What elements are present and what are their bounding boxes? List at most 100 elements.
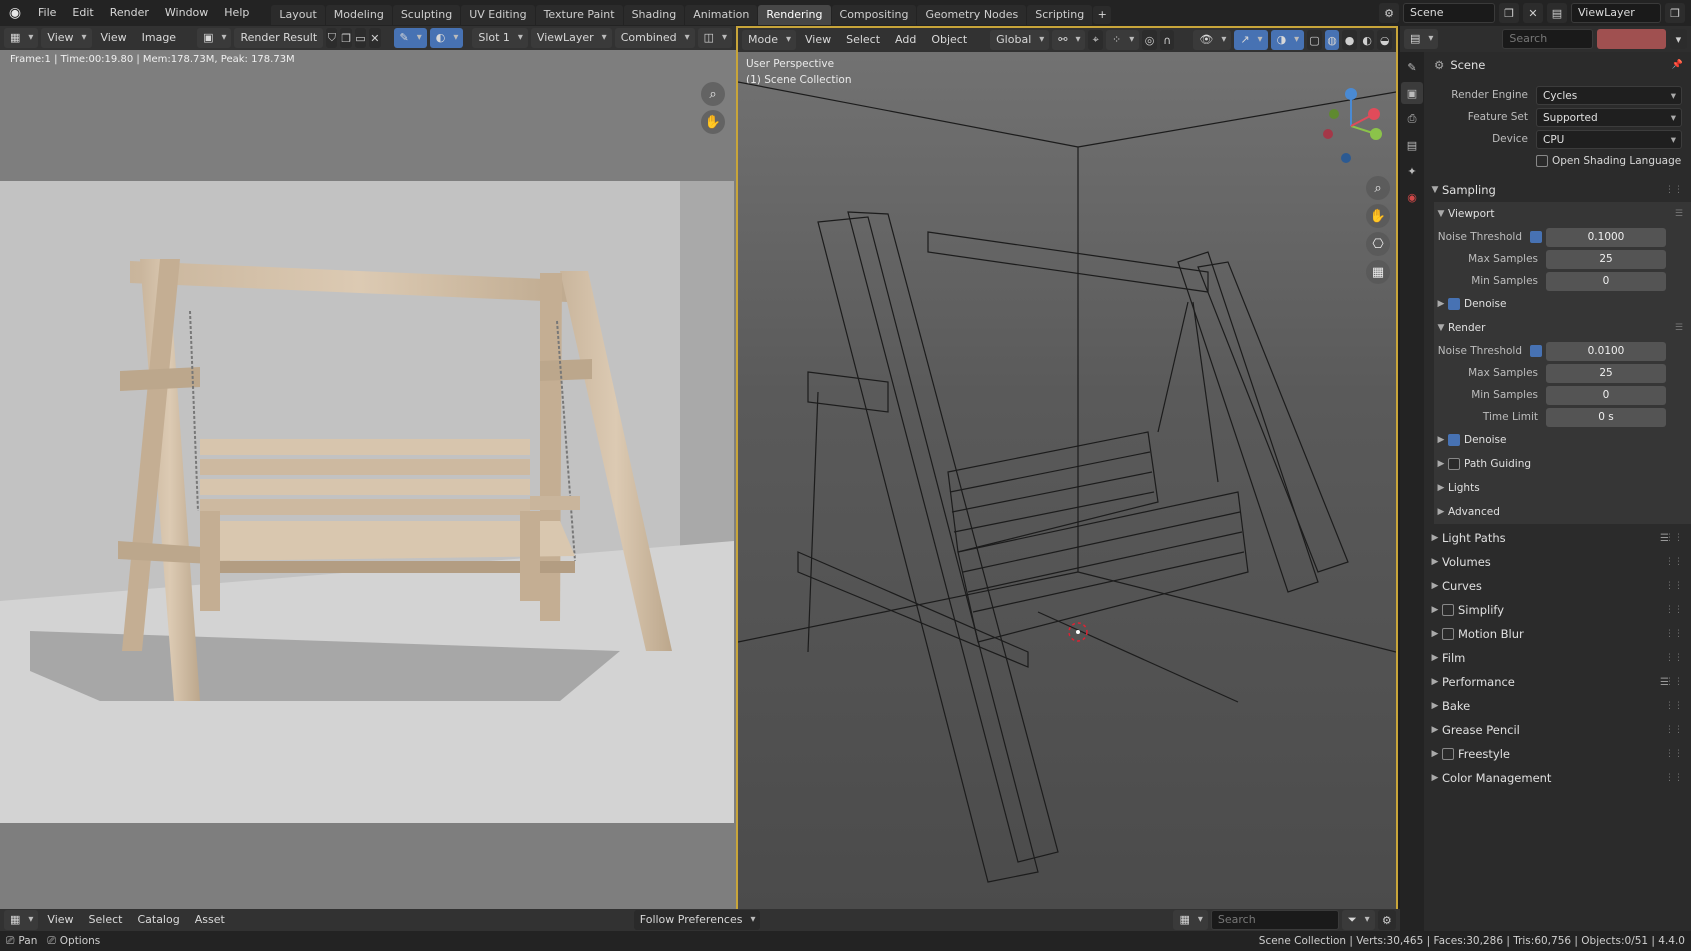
new-view-layer-icon[interactable]: ❐ [1665, 3, 1685, 23]
device-select[interactable]: CPU [1536, 129, 1682, 149]
path-guiding-checkbox[interactable] [1448, 458, 1460, 470]
world-tab-icon[interactable]: ◉ [1401, 186, 1423, 208]
slot-dropdown[interactable]: Slot 1 [472, 28, 528, 48]
drag-handle-icon[interactable]: ⋮⋮ [1665, 533, 1683, 543]
pin-icon[interactable]: 📌 [1672, 60, 1683, 70]
section-motion-blur[interactable]: ▶ Motion Blur ⋮⋮ [1428, 622, 1691, 646]
section-film[interactable]: ▶ Film ⋮⋮ [1428, 646, 1691, 670]
viewport-min-input[interactable]: 0 [1546, 271, 1666, 291]
overlays-dropdown[interactable]: ◑ [1270, 30, 1305, 50]
section-color-management[interactable]: ▶ Color Management ⋮⋮ [1428, 766, 1691, 790]
menu-file[interactable]: File [30, 0, 64, 26]
viewport-denoise-header[interactable]: ▶ Denoise [1434, 292, 1691, 316]
output-tab-icon[interactable]: ⎙ [1401, 108, 1423, 130]
feature-set-select[interactable]: Supported [1536, 107, 1682, 127]
falloff-icon[interactable]: ∩ [1159, 30, 1175, 50]
sampling-panel-header[interactable]: ▼ Sampling ⋮⋮ [1428, 178, 1691, 202]
lights-header[interactable]: ▶ Lights [1434, 476, 1691, 500]
viewport-noise-input[interactable]: 0.1000 [1546, 227, 1666, 247]
render-noise-checkbox[interactable] [1530, 345, 1542, 357]
view-mode-dropdown[interactable]: View [41, 28, 92, 48]
display-mode-dropdown[interactable]: ▦ [1173, 910, 1208, 930]
channels-dropdown[interactable]: ◫ [697, 28, 732, 48]
solid-shading-icon[interactable]: ● [1342, 30, 1357, 50]
display-channels-dropdown[interactable]: ◐ [429, 28, 464, 48]
motion-blur-checkbox[interactable] [1442, 628, 1454, 640]
freestyle-checkbox[interactable] [1442, 748, 1454, 760]
section-simplify[interactable]: ▶ Simplify ⋮⋮ [1428, 598, 1691, 622]
visibility-dropdown[interactable]: 👁 [1193, 30, 1232, 50]
menu-edit[interactable]: Edit [64, 0, 101, 26]
tab-shading[interactable]: Shading [623, 5, 685, 25]
xray-icon[interactable]: ▢ [1307, 30, 1322, 50]
tab-scripting[interactable]: Scripting [1027, 5, 1093, 25]
image-browse-dropdown[interactable]: ▣ [197, 28, 232, 48]
asset-search-input[interactable]: Search [1210, 910, 1339, 930]
render-engine-select[interactable]: Cycles [1536, 85, 1682, 105]
tab-compositing[interactable]: Compositing [831, 5, 917, 25]
asset-menu-view[interactable]: View [41, 910, 79, 930]
tab-uv-editing[interactable]: UV Editing [461, 5, 535, 25]
list-icon[interactable]: ☰ [1675, 323, 1683, 333]
viewport-canvas[interactable]: User Perspective (1) Scene Collection ⌕ … [738, 52, 1396, 909]
rendered-shading-icon[interactable]: ◒ [1377, 30, 1392, 50]
asset-menu-asset[interactable]: Asset [189, 910, 231, 930]
view-layer-icon[interactable]: ▤ [1547, 3, 1567, 23]
menu-window[interactable]: Window [157, 0, 216, 26]
tab-sculpting[interactable]: Sculpting [392, 5, 461, 25]
render-layer-dropdown[interactable]: ViewLayer [530, 28, 612, 48]
viewport-max-input[interactable]: 25 [1546, 249, 1666, 269]
render-max-input[interactable]: 25 [1546, 363, 1666, 383]
asset-menu-catalog[interactable]: Catalog [131, 910, 185, 930]
scene-tab-icon[interactable]: ✦ [1401, 160, 1423, 182]
render-result-canvas[interactable]: Frame:1 | Time:00:19.80 | Mem:178.73M, P… [0, 50, 736, 909]
sample-tool-dropdown[interactable]: ✎ [393, 28, 427, 48]
interaction-mode-dropdown[interactable]: Mode [742, 30, 796, 50]
add-workspace-button[interactable]: + [1093, 6, 1112, 24]
transform-orientation-dropdown[interactable]: Global [990, 30, 1050, 50]
tab-geometry-nodes[interactable]: Geometry Nodes [917, 5, 1027, 25]
tab-rendering[interactable]: Rendering [758, 5, 831, 25]
pan-hand-icon[interactable]: ✋ [701, 110, 725, 134]
viewport-pan-icon[interactable]: ✋ [1366, 204, 1390, 228]
proportional-edit-icon[interactable]: ◎ [1142, 30, 1157, 50]
list-icon[interactable]: ☰ [1675, 209, 1683, 219]
path-guiding-header[interactable]: ▶ Path Guiding [1434, 452, 1691, 476]
drag-handle-icon[interactable]: ⋮⋮ [1665, 557, 1683, 567]
drag-handle-icon[interactable]: ⋮⋮ [1665, 653, 1683, 663]
asset-library-dropdown[interactable]: Follow Preferences [633, 910, 761, 930]
advanced-header[interactable]: ▶ Advanced [1434, 500, 1691, 524]
viewport-subpanel-header[interactable]: ▼ Viewport ☰ [1434, 202, 1691, 226]
open-folder-icon[interactable]: ▭ [354, 28, 367, 48]
viewport-menu-object[interactable]: Object [925, 30, 973, 50]
drag-handle-icon[interactable]: ⋮⋮ [1665, 725, 1683, 735]
viewport-menu-select[interactable]: Select [840, 30, 886, 50]
scene-icon[interactable]: ⚙ [1379, 3, 1399, 23]
scene-field[interactable]: Scene [1403, 3, 1495, 23]
delete-scene-icon[interactable]: ✕ [1523, 3, 1543, 23]
viewport-noise-checkbox[interactable] [1530, 231, 1542, 243]
wireframe-shading-icon[interactable]: ◍ [1324, 30, 1340, 50]
properties-editor-type-dropdown[interactable]: ▤ [1404, 29, 1439, 49]
menu-render[interactable]: Render [102, 0, 157, 26]
tab-animation[interactable]: Animation [685, 5, 758, 25]
material-shading-icon[interactable]: ◐ [1359, 30, 1375, 50]
settings-gear-icon[interactable]: ⚙ [1377, 910, 1396, 930]
tab-texture-paint[interactable]: Texture Paint [535, 5, 623, 25]
tab-modeling[interactable]: Modeling [325, 5, 392, 25]
filter-dropdown[interactable]: ⏷ [1341, 910, 1375, 930]
drag-handle-icon[interactable]: ⋮⋮ [1665, 185, 1683, 195]
drag-handle-icon[interactable]: ⋮⋮ [1665, 581, 1683, 591]
image-name-field[interactable]: Render Result [234, 28, 324, 48]
drag-handle-icon[interactable]: ⋮⋮ [1665, 629, 1683, 639]
render-noise-input[interactable]: 0.0100 [1546, 341, 1666, 361]
section-performance[interactable]: ▶ Performance ☰ ⋮⋮ [1428, 670, 1691, 694]
pivot-point-dropdown[interactable]: ⚯ [1052, 30, 1086, 50]
simplify-checkbox[interactable] [1442, 604, 1454, 616]
drag-handle-icon[interactable]: ⋮⋮ [1665, 605, 1683, 615]
duplicate-image-icon[interactable]: ❐ [340, 28, 352, 48]
asset-editor-type-dropdown[interactable]: ▦ [4, 910, 39, 930]
camera-view-icon[interactable]: ⎔ [1366, 232, 1390, 256]
viewport-denoise-checkbox[interactable] [1448, 298, 1460, 310]
render-subpanel-header[interactable]: ▼ Render ☰ [1434, 316, 1691, 340]
